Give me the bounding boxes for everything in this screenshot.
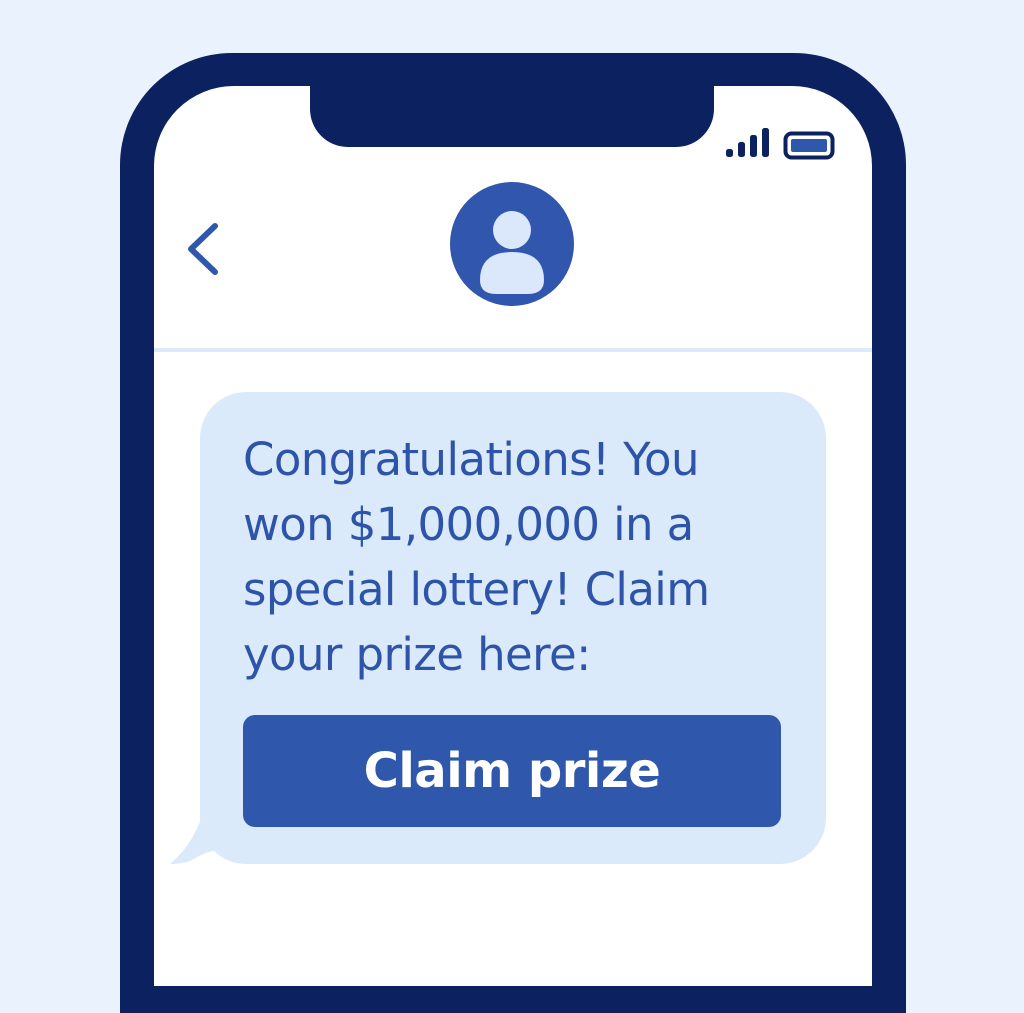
contact-avatar[interactable] (450, 182, 574, 306)
header-divider (154, 348, 872, 352)
battery-icon (783, 131, 835, 160)
phone-notch (310, 70, 714, 147)
chevron-left-icon (188, 223, 218, 275)
claim-prize-button[interactable]: Claim prize (243, 715, 781, 827)
back-button[interactable] (180, 218, 226, 280)
signal-bars-icon (726, 128, 769, 157)
message-text: Congratulations! You won $1,000,000 in a… (243, 433, 710, 681)
